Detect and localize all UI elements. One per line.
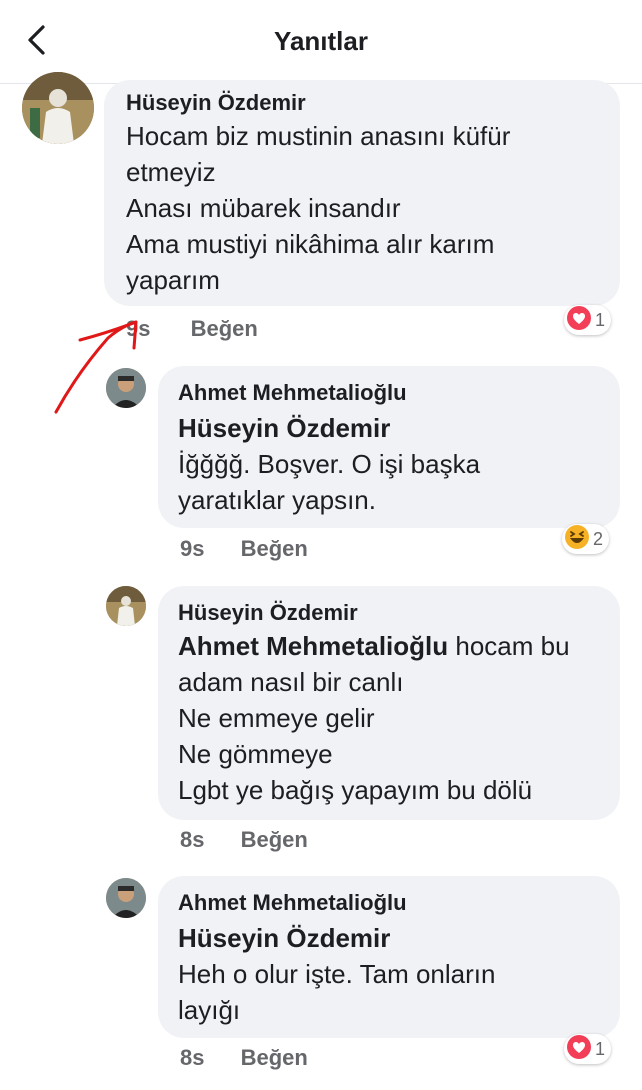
mention-link[interactable]: Ahmet Mehmetalioğlu xyxy=(178,631,448,661)
comment-author[interactable]: Ahmet Mehmetalioğlu xyxy=(178,380,407,406)
reaction-count: 1 xyxy=(595,1038,606,1059)
avatar[interactable] xyxy=(106,586,146,626)
comment-line: Anası mübarek insandır xyxy=(126,193,401,223)
avatar[interactable] xyxy=(22,72,94,144)
avatar[interactable] xyxy=(106,368,146,408)
mention-link[interactable]: Hüseyin Özdemir xyxy=(178,410,608,446)
heart-reaction-icon xyxy=(566,305,592,336)
reaction-summary[interactable]: 2 xyxy=(562,524,610,555)
comment-line: Ne gömmeye xyxy=(178,739,333,769)
comment-text: Hocam biz mustinin anasını küfür etmeyiz… xyxy=(126,118,606,298)
comment-author[interactable]: Hüseyin Özdemir xyxy=(126,90,306,116)
comment-author[interactable]: Ahmet Mehmetalioğlu xyxy=(178,890,407,916)
laughing-emoji-icon xyxy=(564,524,590,555)
comment-time[interactable]: 9s xyxy=(126,316,150,341)
comment-line-rest: hocam bu xyxy=(448,631,570,661)
reaction-summary[interactable]: 1 xyxy=(564,305,612,336)
comment-line: layığı xyxy=(178,995,241,1025)
comment-line: Ne emmeye gelir xyxy=(178,703,375,733)
avatar[interactable] xyxy=(106,878,146,918)
heart-reaction-icon xyxy=(566,1034,592,1065)
comment-line: Heh o olur işte. Tam onların xyxy=(178,959,496,989)
comment-meta: 8s Beğen xyxy=(180,827,308,853)
comment-text: Hüseyin Özdemir Heh o olur işte. Tam onl… xyxy=(178,920,608,1028)
comment-line: Hocam biz mustinin anasını küfür xyxy=(126,121,511,151)
comment-line: etmeyiz xyxy=(126,157,216,187)
comment-line: yaparım xyxy=(126,265,220,295)
mention-link[interactable]: Hüseyin Özdemir xyxy=(178,920,608,956)
like-button[interactable]: Beğen xyxy=(241,827,308,852)
comment-line: Ama mustiyi nikâhima alır karım xyxy=(126,229,495,259)
comment-text: Hüseyin Özdemir İğğğğ. Boşver. O işi baş… xyxy=(178,410,608,518)
like-button[interactable]: Beğen xyxy=(191,316,258,341)
like-button[interactable]: Beğen xyxy=(241,1045,308,1070)
comment-time[interactable]: 9s xyxy=(180,536,204,561)
comment-text: Ahmet Mehmetalioğlu hocam bu adam nasıl … xyxy=(178,628,608,808)
reaction-count: 1 xyxy=(595,309,606,330)
comment-time[interactable]: 8s xyxy=(180,827,204,852)
comment-line: Ahmet Mehmetalioğlu hocam bu xyxy=(178,628,608,664)
comment-author[interactable]: Hüseyin Özdemir xyxy=(178,600,358,626)
comment-line: İğğğğ. Boşver. O işi başka xyxy=(178,449,481,479)
comment-line: adam nasıl bir canlı xyxy=(178,667,404,697)
comment-time[interactable]: 8s xyxy=(180,1045,204,1070)
page-title: Yanıtlar xyxy=(274,26,368,56)
comment-meta: 9s Beğen xyxy=(126,316,258,342)
comment-line: Lgbt ye bağış yapayım bu dölü xyxy=(178,775,533,805)
reaction-count: 2 xyxy=(593,528,604,549)
like-button[interactable]: Beğen xyxy=(241,536,308,561)
comment-meta: 9s Beğen xyxy=(180,536,308,562)
comment-line: yaratıklar yapsın. xyxy=(178,485,376,515)
comment-meta: 8s Beğen xyxy=(180,1045,308,1071)
reaction-summary[interactable]: 1 xyxy=(564,1034,612,1065)
header-bar: Yanıtlar xyxy=(0,0,642,84)
